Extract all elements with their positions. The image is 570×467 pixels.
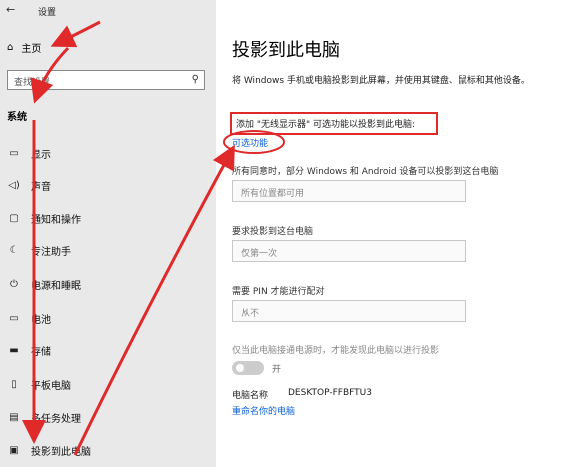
- setting2-dropdown[interactable]: 仅第一次 ⌄: [232, 240, 466, 262]
- power-icon: ⏻: [10, 278, 18, 290]
- notification-icon: ▢: [9, 212, 19, 224]
- toggle-knob: [236, 364, 244, 372]
- setting3-label: 需要 PIN 才能进行配对: [232, 287, 325, 297]
- back-arrow-icon[interactable]: ←: [6, 3, 15, 16]
- page-title: 投影到此电脑: [232, 40, 340, 61]
- page-description: 将 Windows 手机或电脑投影到此屏幕，并使用其键盘、鼠标和其他设备。: [232, 76, 530, 86]
- battery-icon: ▭: [9, 312, 19, 324]
- tablet-icon: ▯: [11, 378, 17, 390]
- sidebar-item-label: 平板电脑: [31, 380, 71, 392]
- search-icon[interactable]: ⚲: [192, 74, 199, 85]
- setting1-label: 所有同意时，部分 Windows 和 Android 设备可以投影到这台电脑: [232, 167, 499, 177]
- power-note: 仅当此电脑接通电源时，才能发现此电脑以进行投影: [232, 346, 440, 356]
- app-title: 设置: [38, 8, 57, 18]
- sidebar: ← 设置 ⌂ 主页 查找设置 ⚲ 系统 ▭ 显示 ◁) 声音 ▢ 通知和操作 ☾…: [0, 0, 216, 467]
- optional-features-link[interactable]: 可选功能: [232, 136, 268, 149]
- pc-name-label: 电脑名称: [232, 391, 269, 401]
- home-label: 主页: [21, 44, 42, 55]
- project-icon: ▣: [9, 444, 19, 456]
- toggle-label: 开: [272, 365, 282, 375]
- sidebar-item-label: 电源和睡眠: [31, 280, 81, 292]
- multitask-icon: ▤: [9, 411, 19, 423]
- search-input[interactable]: 查找设置: [14, 75, 50, 88]
- pc-name-value: DESKTOP-FFBFTU3: [288, 388, 372, 398]
- setting1-dropdown[interactable]: 所有位置都可用 ⌄: [232, 180, 466, 202]
- search-box[interactable]: 查找设置 ⚲: [7, 70, 205, 90]
- add-display-note: 添加 "无线显示器" 可选功能以投影到此电脑:: [230, 112, 438, 135]
- sidebar-item-battery[interactable]: ▭ 电池: [7, 310, 51, 326]
- chevron-down-icon: ⌄: [241, 305, 249, 315]
- sidebar-item-label: 多任务处理: [31, 413, 81, 425]
- storage-icon: ▬: [9, 344, 19, 356]
- sidebar-item-focus-assist[interactable]: ☾ 专注助手: [7, 242, 71, 258]
- sidebar-item-label: 声音: [31, 181, 51, 193]
- sidebar-item-tablet[interactable]: ▯ 平板电脑: [7, 376, 71, 392]
- sound-icon: ◁): [8, 179, 20, 191]
- sidebar-item-display[interactable]: ▭ 显示: [7, 145, 51, 161]
- sidebar-item-sound[interactable]: ◁) 声音: [7, 177, 51, 193]
- focus-assist-icon: ☾: [9, 244, 19, 256]
- setting3-dropdown[interactable]: 从不 ⌄: [232, 300, 466, 322]
- display-icon: ▭: [9, 147, 19, 159]
- sidebar-item-power[interactable]: ⏻ 电源和睡眠: [7, 276, 81, 292]
- section-heading: 系统: [7, 112, 27, 123]
- sidebar-item-label: 电池: [31, 314, 51, 326]
- chevron-down-icon: ⌄: [241, 185, 249, 195]
- setting2-label: 要求投影到这台电脑: [232, 227, 314, 237]
- sidebar-item-label: 显示: [31, 149, 51, 161]
- home-icon: ⌂: [7, 42, 14, 53]
- sidebar-item-notifications[interactable]: ▢ 通知和操作: [7, 210, 81, 226]
- sidebar-item-project[interactable]: ▣ 投影到此电脑: [7, 442, 91, 458]
- sidebar-item-label: 专注助手: [31, 246, 71, 258]
- power-toggle[interactable]: [232, 361, 264, 375]
- sidebar-item-multitasking[interactable]: ▤ 多任务处理: [7, 409, 81, 425]
- sidebar-item-label: 投影到此电脑: [31, 446, 91, 458]
- sidebar-item-label: 存储: [31, 346, 51, 358]
- sidebar-item-label: 通知和操作: [31, 214, 81, 226]
- chevron-down-icon: ⌄: [241, 245, 249, 255]
- main-content: 投影到此电脑 将 Windows 手机或电脑投影到此屏幕，并使用其键盘、鼠标和其…: [216, 0, 570, 467]
- sidebar-item-storage[interactable]: ▬ 存储: [7, 342, 51, 358]
- rename-pc-link[interactable]: 重命名你的电脑: [232, 404, 295, 417]
- sidebar-item-home[interactable]: ⌂ 主页: [7, 40, 41, 55]
